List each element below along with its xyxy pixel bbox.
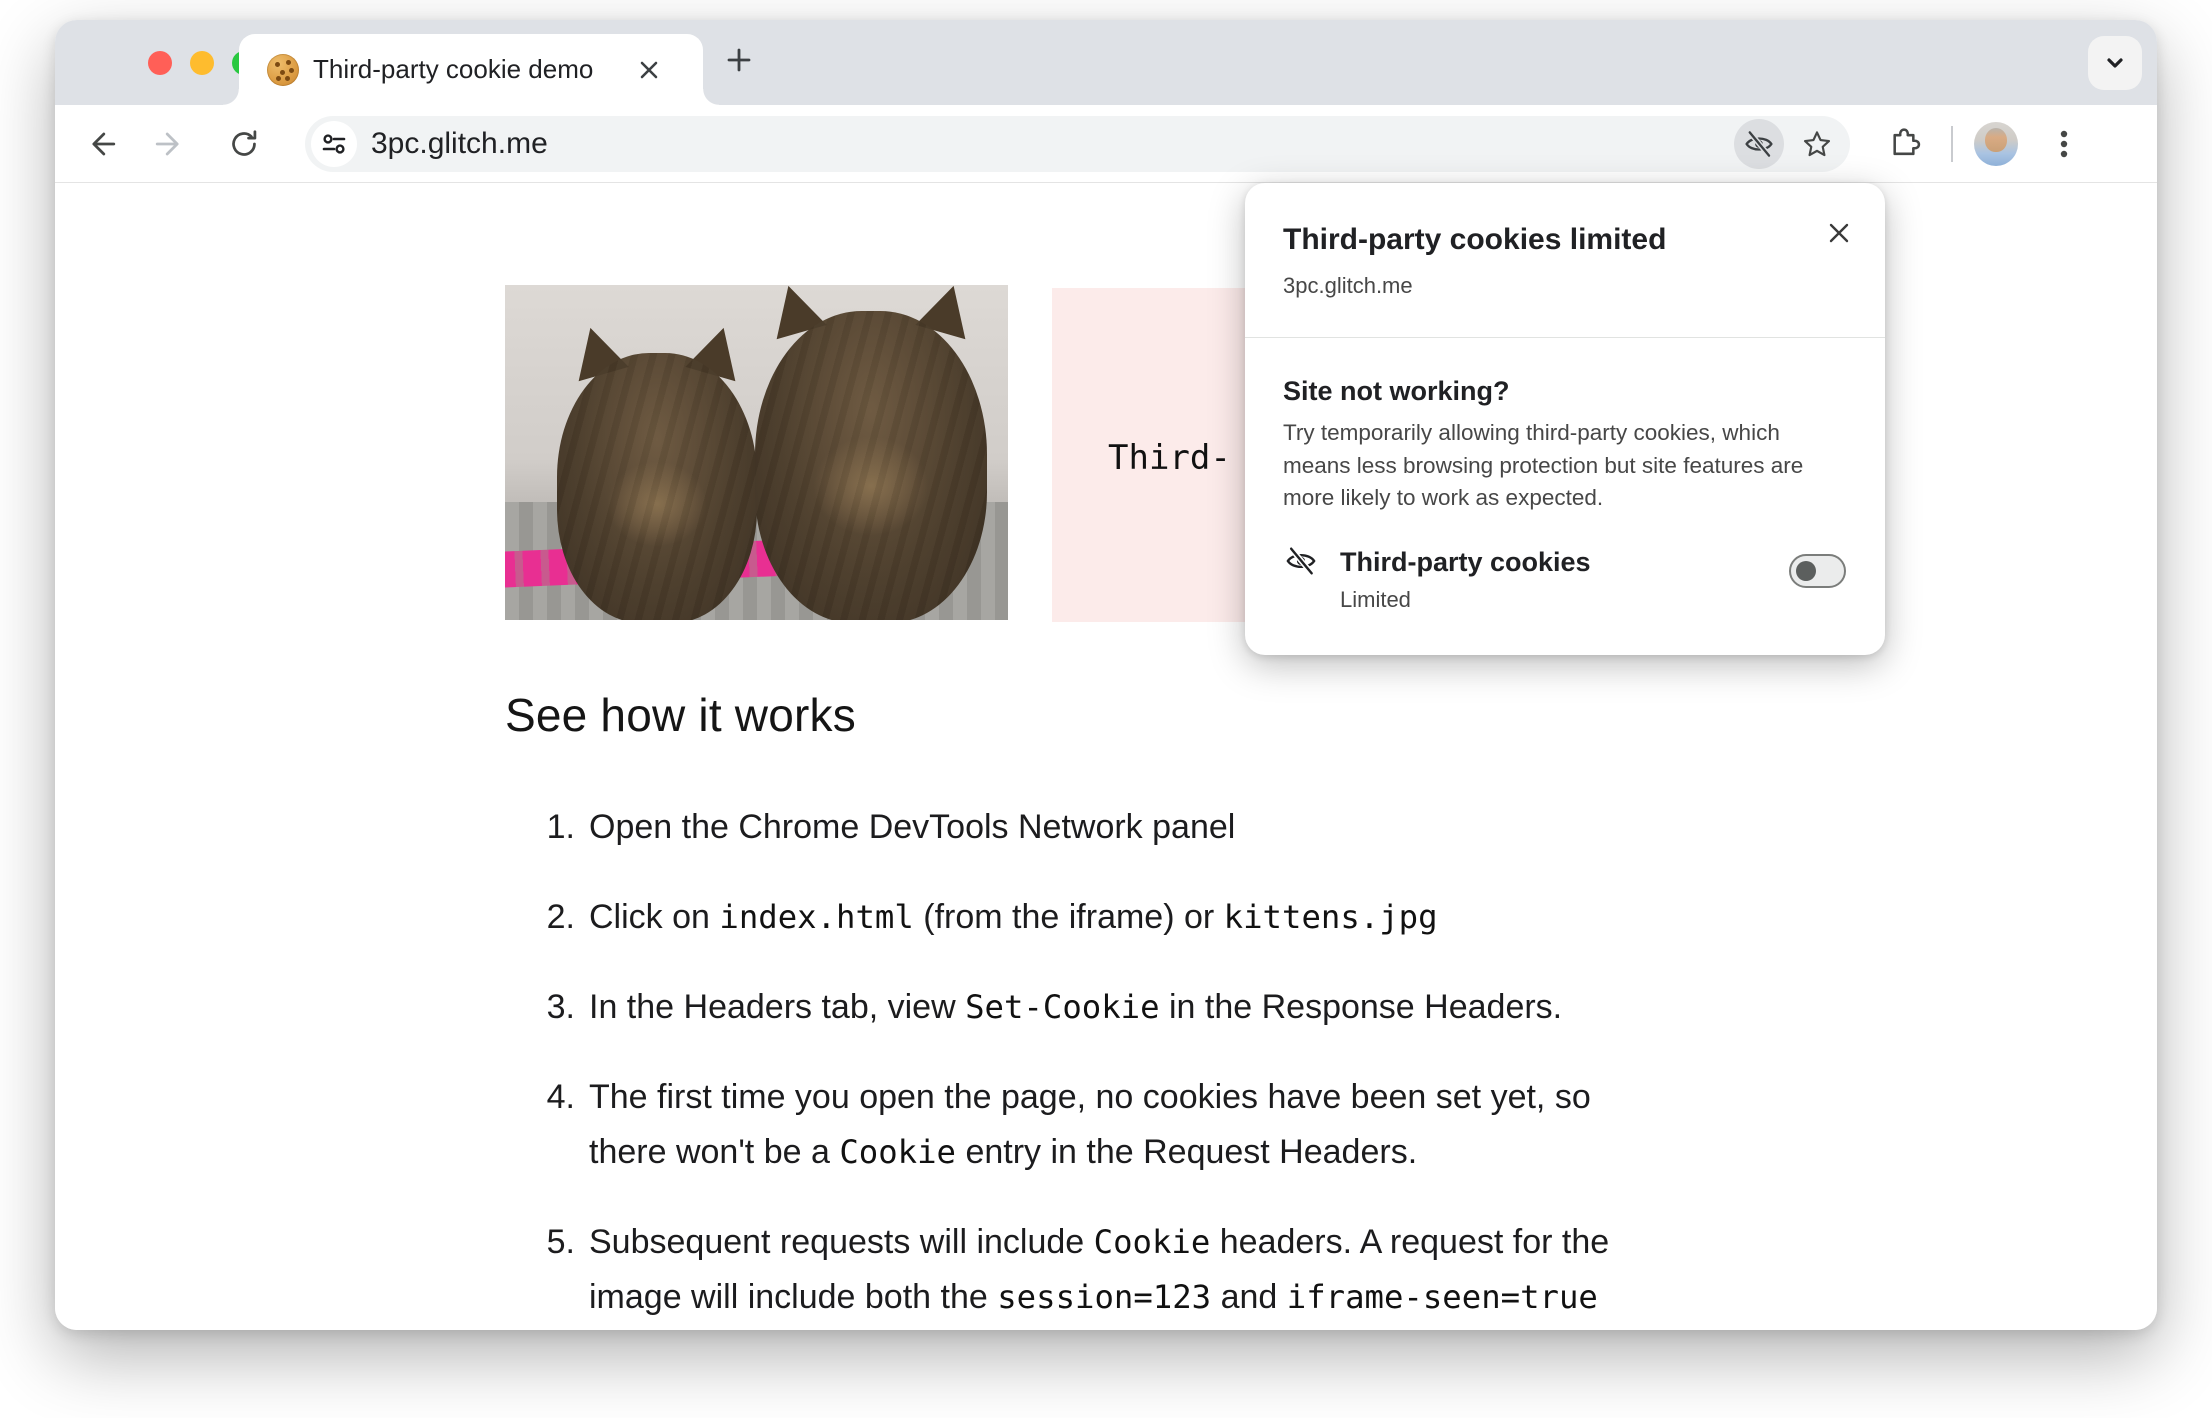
tab-strip: Third-party cookie demo — [55, 20, 2157, 105]
kittens-photo — [505, 285, 1008, 620]
kebab-menu-icon[interactable] — [2042, 122, 2086, 166]
step-item: Click on index.html (from the iframe) or… — [505, 890, 1438, 945]
close-window-button[interactable] — [148, 50, 172, 75]
tab-search-chevron-button[interactable] — [2088, 36, 2142, 90]
toggle-status: Limited — [1340, 587, 1411, 612]
new-tab-button[interactable] — [719, 40, 759, 80]
step-item: Open the Chrome DevTools Network panel — [505, 800, 1236, 855]
third-party-cookies-popup: Third-party cookies limited 3pc.glitch.m… — [1245, 183, 1885, 655]
close-icon[interactable] — [1821, 215, 1857, 251]
third-party-cookies-toggle[interactable] — [1789, 554, 1846, 588]
toolbar-divider — [1951, 126, 1953, 162]
toggle-knob — [1796, 561, 1816, 581]
eye-off-icon[interactable] — [1734, 119, 1784, 169]
cookie-favicon-icon — [267, 54, 299, 86]
avatar[interactable] — [1974, 122, 2018, 166]
eye-off-icon — [1283, 543, 1319, 579]
address-bar[interactable]: 3pc.glitch.me — [305, 116, 1850, 172]
popup-title: Third-party cookies limited — [1283, 223, 1667, 256]
popup-divider — [1245, 337, 1885, 338]
extensions-icon[interactable] — [1883, 122, 1927, 166]
steps-list: Open the Chrome DevTools Network panel Cl… — [505, 800, 1635, 1330]
iframe-text: Third- — [1108, 438, 1231, 478]
screenshot: Third-party cookie demo 3pc.glitch.me Th… — [0, 0, 2212, 1418]
popup-section-title: Site not working? — [1283, 376, 1510, 406]
forward-arrow-icon[interactable] — [147, 122, 191, 166]
back-arrow-icon[interactable] — [80, 122, 124, 166]
site-info-icon[interactable] — [311, 121, 357, 167]
toggle-label: Third-party cookies — [1340, 547, 1591, 577]
url-text: 3pc.glitch.me — [371, 127, 548, 160]
tab-close-icon[interactable] — [633, 54, 665, 86]
browser-tab[interactable]: Third-party cookie demo — [223, 34, 719, 105]
popup-origin: 3pc.glitch.me — [1283, 273, 1413, 298]
star-icon[interactable] — [1792, 119, 1842, 169]
step-item: Subsequent requests will include Cookie … — [505, 1215, 1610, 1316]
reload-icon[interactable] — [222, 122, 266, 166]
step-item: In the Headers tab, view Set-Cookie in t… — [505, 980, 1563, 1035]
kitten-left — [557, 320, 757, 620]
browser-window: Third-party cookie demo 3pc.glitch.me Th… — [55, 20, 2157, 1330]
browser-toolbar: 3pc.glitch.me — [55, 105, 2157, 183]
kitten-right — [755, 285, 987, 620]
popup-body-text: Try temporarily allowing third-party coo… — [1283, 420, 1804, 510]
minimize-window-button[interactable] — [190, 50, 214, 75]
page-title: See how it works — [505, 689, 856, 741]
tab-title: Third-party cookie demo — [313, 54, 594, 84]
step-item: The first time you open the page, no coo… — [505, 1070, 1591, 1171]
